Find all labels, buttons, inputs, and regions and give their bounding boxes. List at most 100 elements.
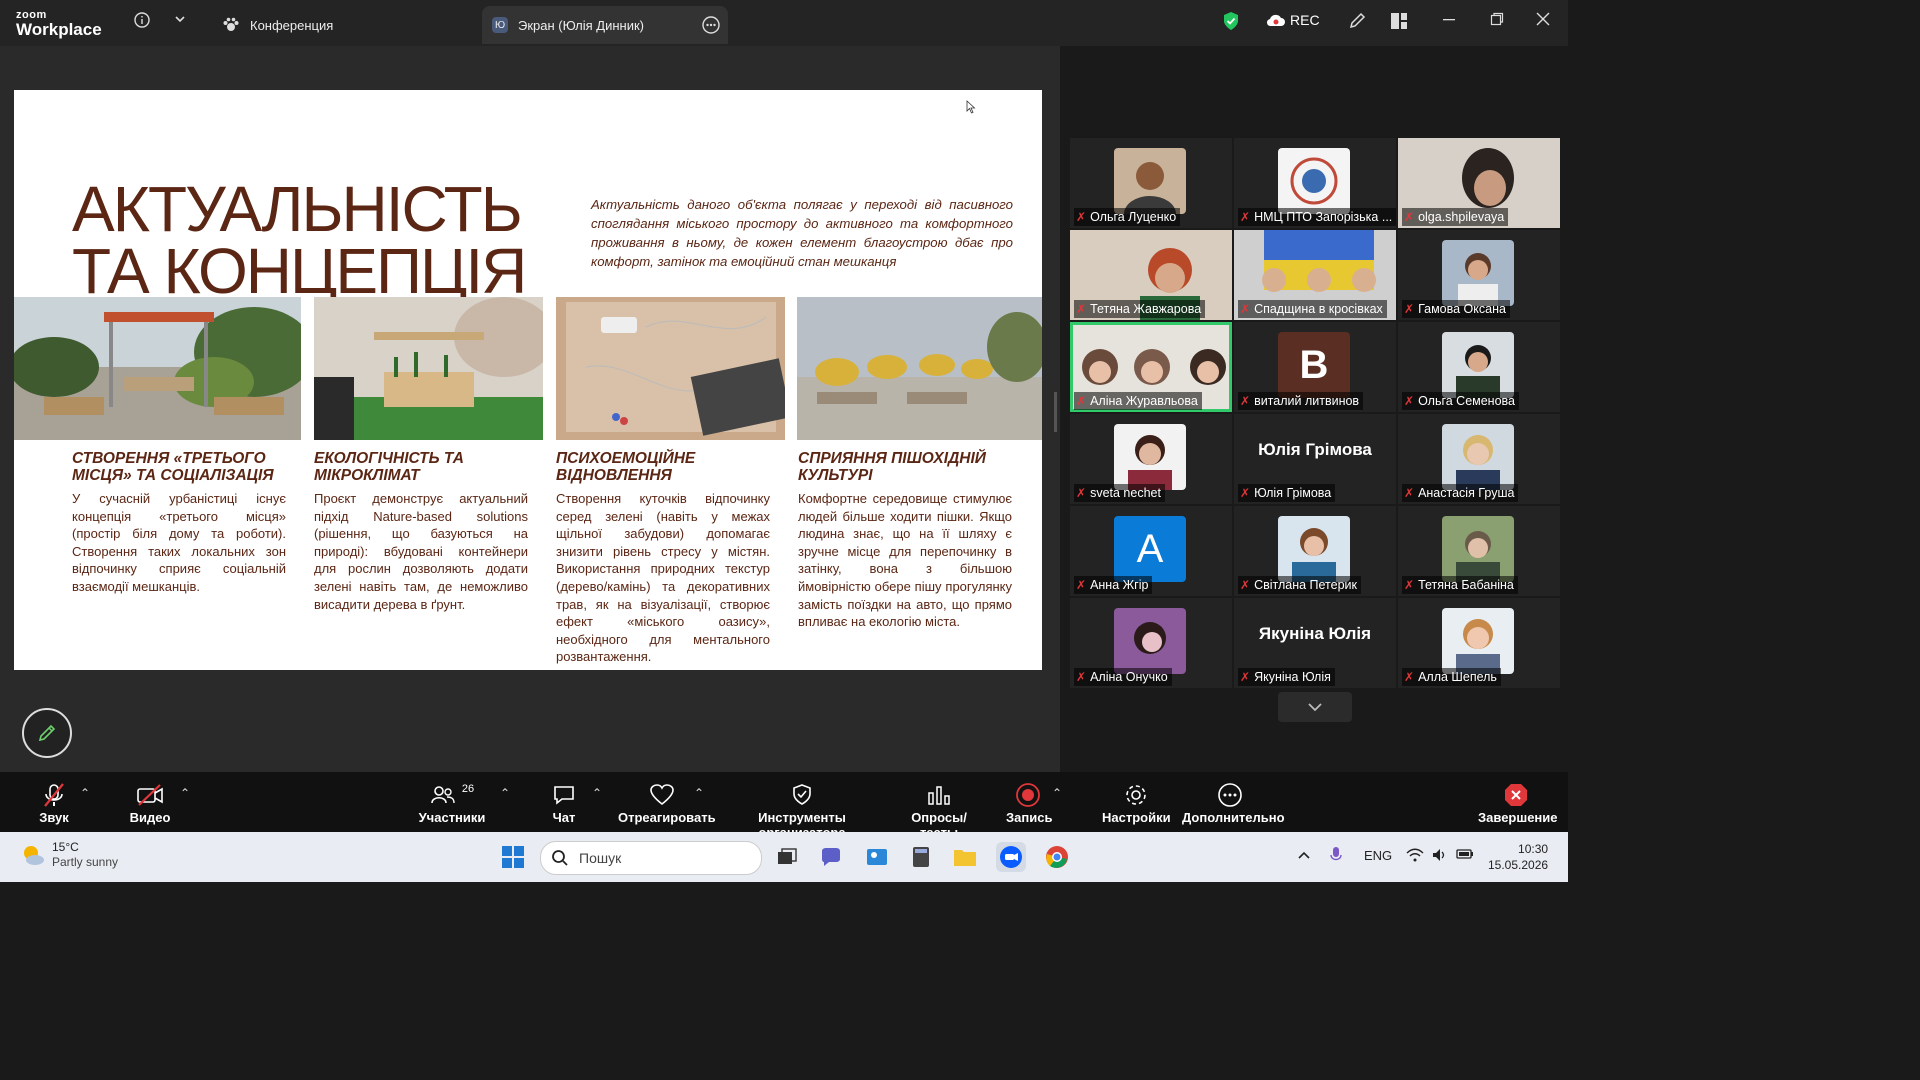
shared-screen-area: АКТУАЛЬНІСТЬ ТА КОНЦЕПЦІЯ Актуальність д… xyxy=(0,46,1060,772)
participant-tile[interactable]: ✗ Ольга Семенова xyxy=(1398,322,1560,412)
participant-name-tag: ✗ sveta nechet xyxy=(1074,484,1165,502)
video-options-caret-icon[interactable]: ⌃ xyxy=(180,786,190,800)
participant-tile[interactable]: ✗ olga.shpilevaya xyxy=(1398,138,1560,228)
participant-tile[interactable]: ✗ Світлана Петерик xyxy=(1234,506,1396,596)
participant-name-tag: ✗ Ольга Семенова xyxy=(1402,392,1519,410)
clock[interactable]: 10:30 15.05.2026 xyxy=(1488,841,1548,873)
participant-tile[interactable]: В ✗ виталий литвинов xyxy=(1234,322,1396,412)
file-explorer-icon[interactable] xyxy=(950,842,980,872)
participant-name-tag: ✗ Аліна Журавльова xyxy=(1074,392,1202,410)
participants-button[interactable]: 26 Участники xyxy=(418,780,486,825)
participant-name: Світлана Петерик xyxy=(1254,578,1357,592)
participant-tile[interactable]: Юлія Грімова ✗ Юлія Грімова xyxy=(1234,414,1396,504)
audio-options-caret-icon[interactable]: ⌃ xyxy=(80,786,90,800)
participant-tile[interactable]: ✗ НМЦ ПТО Запорізька ... xyxy=(1234,138,1397,228)
participant-tile[interactable]: ✗ sveta nechet xyxy=(1070,414,1232,504)
wifi-icon[interactable] xyxy=(1406,848,1424,865)
info-icon[interactable] xyxy=(134,12,150,33)
mic-muted-icon: ✗ xyxy=(1404,578,1415,592)
mic-muted-icon: ✗ xyxy=(1076,670,1087,684)
end-label: Завершение xyxy=(1478,810,1558,825)
participant-tile[interactable]: ✗ Алла Шепель xyxy=(1398,598,1560,688)
photo-swing-bench-render xyxy=(14,297,301,440)
participant-tile[interactable]: А ✗ Анна Жгір xyxy=(1070,506,1232,596)
photo-planter-model xyxy=(314,297,543,440)
tab-screen-share[interactable]: Ю Экран (Юлія Динник) xyxy=(482,6,728,44)
participant-name-tag: ✗ Юлія Грімова xyxy=(1238,484,1336,502)
chrome-icon[interactable] xyxy=(1042,842,1072,872)
host-tools-button[interactable]: Инструменты организатора xyxy=(720,780,884,840)
participant-video xyxy=(1114,608,1186,674)
concept-column-third-place: СТВОРЕННЯ «ТРЕТЬОГО МІСЦЯ» ТА СОЦІАЛІЗАЦ… xyxy=(72,450,286,596)
participant-display-name: Юлія Грімова xyxy=(1258,440,1372,459)
clock-date: 15.05.2026 xyxy=(1488,858,1549,872)
slide-intro-text: Актуальність даного об'єкта полягає у пе… xyxy=(591,197,1013,269)
layout-icon[interactable] xyxy=(1390,12,1408,35)
participant-tile[interactable]: ✗ Тетяна Жавжарова xyxy=(1070,230,1232,320)
cloud-record-indicator[interactable]: REC xyxy=(1266,12,1320,28)
pencil-icon xyxy=(38,724,56,742)
more-options-icon[interactable] xyxy=(702,16,720,37)
participant-name: Тетяна Бабаніна xyxy=(1418,578,1514,592)
participant-name-tag: ✗ Анна Жгір xyxy=(1074,576,1153,594)
participants-caret-icon[interactable]: ⌃ xyxy=(500,786,510,800)
settings-button[interactable]: Настройки xyxy=(1102,780,1171,825)
gallery-next-page-button[interactable] xyxy=(1278,692,1352,722)
participant-tile[interactable]: Якуніна Юлія ✗ Якуніна Юлія xyxy=(1234,598,1396,688)
tab-user-badge: Ю xyxy=(492,17,508,33)
record-button[interactable]: Запись xyxy=(1006,780,1052,825)
chat-app-icon[interactable] xyxy=(816,842,846,872)
polls-button[interactable]: Опросы/тесты xyxy=(896,780,982,840)
chevron-down-icon xyxy=(1308,703,1322,712)
record-caret-icon[interactable]: ⌃ xyxy=(1052,786,1062,800)
react-caret-icon[interactable]: ⌃ xyxy=(694,786,704,800)
annotation-pen-button[interactable] xyxy=(22,708,72,758)
battery-icon[interactable] xyxy=(1456,848,1474,863)
participant-name: Анна Жгір xyxy=(1090,578,1149,592)
chat-button[interactable]: Чат xyxy=(546,780,582,825)
participant-tile[interactable]: ✗ Анастасія Груша xyxy=(1398,414,1560,504)
video-button[interactable]: Видео xyxy=(128,780,172,825)
restore-icon[interactable] xyxy=(1490,12,1504,31)
microphone-tray-icon[interactable] xyxy=(1330,846,1342,867)
react-button[interactable]: Отреагировать xyxy=(618,780,716,825)
participant-tile[interactable]: ✗ Тетяна Бабаніна xyxy=(1398,506,1560,596)
minimize-icon[interactable] xyxy=(1442,12,1456,31)
video-label: Видео xyxy=(129,810,171,825)
participants-icon xyxy=(431,786,455,804)
participant-tile[interactable]: ✗ Аліна Онучко xyxy=(1070,598,1232,688)
participant-tile[interactable]: ✗ Гамова Оксана xyxy=(1398,230,1560,320)
taskbar-search[interactable]: Пошук xyxy=(540,841,762,875)
shield-check-icon[interactable] xyxy=(1222,11,1240,36)
participant-display-name: Якуніна Юлія xyxy=(1258,624,1372,643)
close-icon[interactable] xyxy=(1536,12,1550,31)
tray-overflow-icon[interactable] xyxy=(1298,848,1310,863)
participant-tile-active-speaker[interactable]: ✗ Аліна Журавльова xyxy=(1070,322,1232,412)
audio-button[interactable]: Звук xyxy=(34,780,74,825)
windows-start-icon[interactable] xyxy=(498,842,528,872)
tab-meeting-label: Конференция xyxy=(250,17,334,33)
tab-meeting[interactable]: Конференция xyxy=(222,6,345,44)
volume-icon[interactable] xyxy=(1432,848,1448,865)
zoom-app-icon[interactable] xyxy=(996,842,1026,872)
task-view-icon[interactable] xyxy=(772,842,802,872)
meeting-controls: Звук ⌃ Видео ⌃ 26 Участники ⌃ Чат ⌃ Отре… xyxy=(0,772,1568,840)
calculator-icon[interactable] xyxy=(906,842,936,872)
participant-video xyxy=(1114,148,1186,214)
end-meeting-button[interactable]: Завершение xyxy=(1478,780,1558,825)
participant-tile[interactable]: ✗ Ольга Луценко xyxy=(1070,138,1232,228)
weather-temp: 15°C xyxy=(52,840,79,854)
chevron-down-icon[interactable] xyxy=(174,12,186,30)
annotate-pen-icon[interactable] xyxy=(1348,12,1366,35)
weather-widget[interactable]: 15°C Partly sunny xyxy=(20,840,118,870)
chat-caret-icon[interactable]: ⌃ xyxy=(592,786,602,800)
more-button[interactable]: Дополнительно xyxy=(1182,780,1285,825)
mic-muted-icon: ✗ xyxy=(1404,302,1415,316)
mic-muted-icon: ✗ xyxy=(1404,486,1415,500)
column-text: Створення куточків відпочинку серед зеле… xyxy=(556,491,770,665)
photos-app-icon[interactable] xyxy=(862,842,892,872)
mouse-cursor-icon xyxy=(966,100,976,119)
panel-resize-handle[interactable] xyxy=(1054,392,1057,432)
language-indicator[interactable]: ENG xyxy=(1364,848,1392,863)
participant-tile[interactable]: ✗ Спадщина в кросівках xyxy=(1234,230,1396,320)
